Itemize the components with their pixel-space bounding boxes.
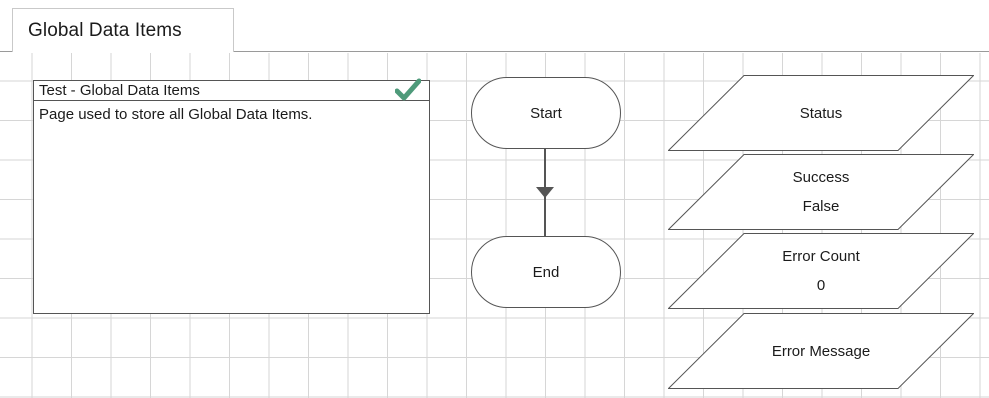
end-label: End: [532, 263, 560, 281]
data-item-error-count[interactable]: Error Count 0: [668, 233, 974, 309]
tab-global-data-items[interactable]: Global Data Items: [12, 8, 234, 52]
tab-divider: [234, 51, 989, 52]
tab-label: Global Data Items: [28, 20, 182, 41]
data-item-name: Error Message: [771, 342, 871, 360]
page-info-title: Test - Global Data Items: [34, 81, 429, 101]
start-label: Start: [530, 104, 562, 122]
data-item-name: Error Count: [782, 248, 860, 265]
check-icon: [395, 78, 421, 101]
page-info-block[interactable]: Test - Global Data Items Page used to st…: [33, 78, 430, 314]
data-item-name: Status: [799, 104, 843, 122]
data-item-success[interactable]: Success False: [668, 154, 974, 230]
tab-divider: [0, 51, 12, 52]
data-item-error-message[interactable]: Error Message: [668, 313, 974, 389]
data-item-status[interactable]: Status: [668, 75, 974, 151]
start-stage[interactable]: Start: [471, 77, 621, 149]
end-stage[interactable]: End: [471, 236, 621, 308]
page-info-description: Page used to store all Global Data Items…: [39, 106, 313, 123]
data-item-value: 0: [816, 277, 826, 294]
data-item-name: Success: [792, 169, 850, 186]
flow-link-arrow[interactable]: [530, 148, 560, 238]
data-item-value: False: [802, 198, 840, 215]
tab-bar: Global Data Items: [0, 0, 989, 52]
